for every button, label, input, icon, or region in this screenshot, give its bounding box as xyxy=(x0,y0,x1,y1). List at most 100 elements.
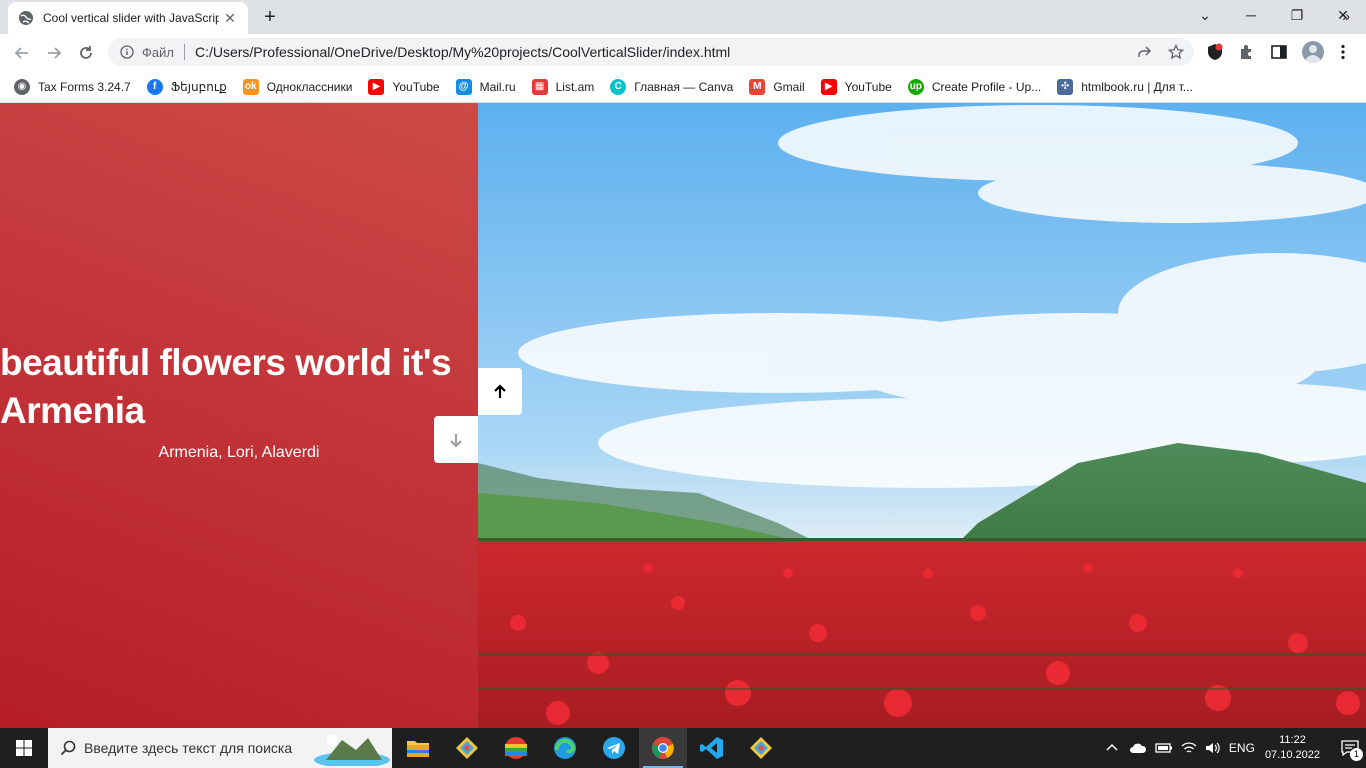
gmail-icon: M xyxy=(749,78,766,95)
bookmark-label: htmlbook.ru | Для т... xyxy=(1081,79,1193,94)
back-button[interactable] xyxy=(8,39,36,67)
telegram-icon xyxy=(603,737,625,759)
bookmark-item[interactable]: @ Mail.ru xyxy=(455,78,516,95)
git-app[interactable] xyxy=(443,728,491,768)
listam-icon: ▦ xyxy=(531,78,548,95)
battery-icon[interactable] xyxy=(1155,741,1173,755)
git-app-2[interactable] xyxy=(737,728,785,768)
slide-up-button[interactable] xyxy=(478,368,522,415)
bookmark-item[interactable]: f Ֆեյսբուք xyxy=(146,78,227,95)
slide-image-panel xyxy=(478,103,1366,728)
bookmark-label: Главная — Canva xyxy=(634,79,734,94)
volume-icon[interactable] xyxy=(1205,741,1221,755)
search-icon xyxy=(60,740,76,756)
tab-title: Cool vertical slider with JavaScript xyxy=(43,11,219,25)
wifi-icon[interactable] xyxy=(1181,741,1197,755)
tab-search-button[interactable]: ⌄ xyxy=(1182,0,1228,30)
browser-toolbar: Файл C:/Users/Professional/OneDrive/Desk… xyxy=(0,34,1366,71)
search-highlight-illustration xyxy=(314,734,390,766)
poppy-field-image xyxy=(478,103,1366,728)
bookmark-item[interactable]: C Главная — Canva xyxy=(610,78,734,95)
bookmarks-bar: ◉ Tax Forms 3.24.7 f Ֆեյսբուք ok Одноклассник… xyxy=(0,71,1366,103)
bookmark-label: YouTube xyxy=(844,79,892,94)
start-button[interactable] xyxy=(0,728,48,768)
file-explorer-app[interactable] xyxy=(394,728,442,768)
address-bar[interactable]: Файл C:/Users/Professional/OneDrive/Desk… xyxy=(108,38,1194,66)
info-icon[interactable] xyxy=(120,45,134,59)
bookmark-item[interactable]: ▦ List.am xyxy=(531,78,595,95)
minimize-button[interactable]: ─ xyxy=(1228,0,1274,30)
globe-icon xyxy=(19,11,33,25)
rainbow-circle-icon xyxy=(505,737,527,759)
tab-strip: Cool vertical slider with JavaScript ✕ +… xyxy=(0,0,1366,34)
htmlbook-icon: ✣ xyxy=(1057,78,1074,95)
reload-icon xyxy=(80,46,92,59)
arrow-right-icon xyxy=(48,47,62,59)
system-tray: ENG 11:22 07.10.2022 1 xyxy=(1105,728,1366,768)
notification-count-badge: 1 xyxy=(1350,748,1363,761)
bookmark-label: Tax Forms 3.24.7 xyxy=(38,79,131,94)
profile-avatar[interactable] xyxy=(1302,41,1324,63)
youtube-icon: ▶ xyxy=(820,78,837,95)
bookmark-label: Gmail xyxy=(773,79,805,94)
star-icon[interactable] xyxy=(1168,44,1184,60)
address-url[interactable]: C:/Users/Professional/OneDrive/Desktop/M… xyxy=(195,44,730,60)
chrome-icon xyxy=(652,737,674,759)
bookmark-item[interactable]: ✣ htmlbook.ru | Для т... xyxy=(1057,78,1193,95)
forward-button[interactable] xyxy=(40,39,68,67)
windows-logo-icon xyxy=(16,740,32,756)
language-indicator[interactable]: ENG xyxy=(1229,741,1255,755)
vscode-app[interactable] xyxy=(688,728,736,768)
slide-text-panel: beautiful flowers world it's Armenia Arm… xyxy=(0,103,478,728)
taskbar-search[interactable]: Введите здесь текст для поиска xyxy=(48,728,392,768)
bookmark-item[interactable]: M Gmail xyxy=(749,78,805,95)
bookmark-label: Одноклассники xyxy=(266,79,353,94)
cloud-icon[interactable] xyxy=(1129,741,1147,755)
slide-title: beautiful flowers world it's Armenia xyxy=(0,342,452,431)
slide-subtitle: Armenia, Lori, Alaverdi xyxy=(158,444,320,461)
bookmark-item[interactable]: ◉ Tax Forms 3.24.7 xyxy=(14,78,131,95)
arrow-up-icon xyxy=(494,383,506,398)
menu-kebab-icon[interactable] xyxy=(1334,43,1352,61)
bookmarks-more-button[interactable]: » xyxy=(1342,8,1350,24)
globe-icon: ◉ xyxy=(14,78,30,95)
share-icon[interactable] xyxy=(1136,44,1152,60)
chrome-app[interactable] xyxy=(639,728,687,768)
extension-shield-icon[interactable] xyxy=(1206,43,1224,61)
mailru-icon: @ xyxy=(455,78,472,95)
arrow-left-icon xyxy=(14,47,28,59)
restore-button[interactable]: ❐ xyxy=(1274,0,1320,30)
telegram-app[interactable] xyxy=(590,728,638,768)
reload-button[interactable] xyxy=(72,39,100,67)
bookmark-label: Mail.ru xyxy=(479,79,516,94)
search-placeholder: Введите здесь текст для поиска xyxy=(84,740,293,756)
edge-app[interactable] xyxy=(541,728,589,768)
bookmark-label: List.am xyxy=(555,79,595,94)
bookmark-item[interactable]: up Create Profile - Up... xyxy=(907,78,1042,95)
slide-down-button[interactable] xyxy=(434,416,478,463)
bookmark-item[interactable]: ▶ YouTube xyxy=(368,78,440,95)
chevron-up-icon[interactable] xyxy=(1105,741,1119,755)
edge-icon xyxy=(554,737,576,759)
folder-icon xyxy=(407,741,429,757)
notifications-button[interactable]: 1 xyxy=(1334,728,1366,768)
address-scheme: Файл xyxy=(142,44,174,60)
bookmark-item[interactable]: ok Одноклассники xyxy=(242,78,353,95)
git-diamond-icon xyxy=(456,737,478,759)
bookmark-label: Create Profile - Up... xyxy=(931,79,1042,94)
close-tab-icon[interactable]: ✕ xyxy=(222,10,238,27)
canva-icon: C xyxy=(610,78,627,95)
clock-time: 11:22 xyxy=(1279,734,1306,746)
git-diamond-icon-2 xyxy=(750,737,772,759)
browser-tab[interactable]: Cool vertical slider with JavaScript ✕ xyxy=(8,2,248,34)
new-tab-button[interactable]: + xyxy=(258,6,282,28)
bookmark-label: YouTube xyxy=(392,79,440,94)
bookmark-label: Ֆեյսբուք xyxy=(170,79,227,94)
extensions-puzzle-icon[interactable] xyxy=(1238,43,1256,61)
bookmark-item[interactable]: ▶ YouTube xyxy=(820,78,892,95)
clock[interactable]: 11:22 07.10.2022 xyxy=(1265,733,1320,763)
side-panel-icon[interactable] xyxy=(1270,43,1288,61)
youtube-icon: ▶ xyxy=(368,78,385,95)
address-separator xyxy=(183,44,185,60)
colorful-app[interactable] xyxy=(492,728,540,768)
